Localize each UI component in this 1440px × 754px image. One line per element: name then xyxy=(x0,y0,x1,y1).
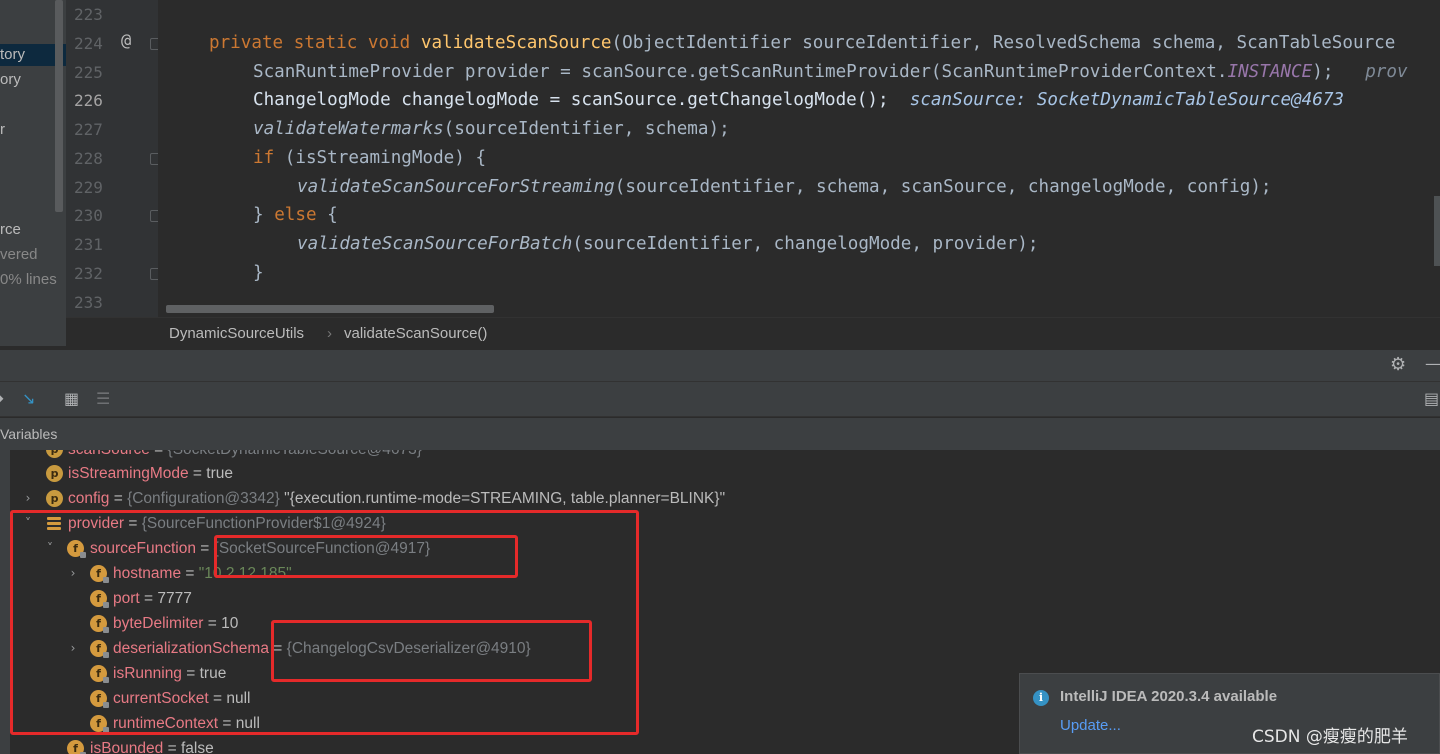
variable-row[interactable]: runtimeContext = null xyxy=(113,711,260,736)
variable-row[interactable]: deserializationSchema = {ChangelogCsvDes… xyxy=(113,636,531,661)
coverage-item[interactable]: rce xyxy=(0,219,21,241)
expand-arrow-icon[interactable]: › xyxy=(67,636,79,661)
code-line[interactable]: if (isStreamingMode) { xyxy=(253,144,486,173)
debug-toolbar: ⏵ ↘ ▦ ☰ ▤ xyxy=(0,381,1440,417)
variables-label: Variables xyxy=(0,426,58,442)
field-icon: f xyxy=(67,740,86,754)
variable-row[interactable]: isStreamingMode = true xyxy=(68,461,233,486)
variable-row[interactable]: currentSocket = null xyxy=(113,686,250,711)
project-panel-scrollbar[interactable] xyxy=(55,0,63,212)
variable-row[interactable]: isBounded = false xyxy=(90,736,214,754)
inline-debug-hint: scanSource: SocketDynamicTableSource@467… xyxy=(909,90,1345,110)
field-icon: f xyxy=(90,590,109,608)
line-number: 224 xyxy=(74,34,103,53)
update-link[interactable]: Update... xyxy=(1060,717,1121,734)
variable-row[interactable]: port = 7777 xyxy=(113,586,192,611)
project-tree-item[interactable]: r xyxy=(0,119,5,141)
breadcrumb: DynamicSourceUtils › validateScanSource(… xyxy=(66,317,1440,349)
inline-debug-hint: prov xyxy=(1365,62,1408,82)
variables-panel-title: Variables xyxy=(0,418,1440,450)
debug-tool-window-header: ⚙ — xyxy=(0,349,1440,381)
info-icon: i xyxy=(1033,690,1049,706)
code-line[interactable]: validateWatermarks(sourceIdentifier, sch… xyxy=(253,115,730,144)
table-view-icon[interactable]: ▦ xyxy=(64,390,79,408)
field-icon: f xyxy=(90,665,109,683)
restore-layout-icon[interactable]: ☰ xyxy=(96,390,110,408)
field-icon: f xyxy=(90,565,109,583)
editor-horizontal-scrollbar[interactable] xyxy=(166,305,494,313)
local-variable-icon xyxy=(47,517,61,531)
coverage-item[interactable]: vered xyxy=(0,244,38,266)
field-icon: f xyxy=(90,615,109,633)
parameter-icon: p xyxy=(46,465,63,482)
code-line[interactable]: private static void validateScanSource(O… xyxy=(209,29,1395,58)
line-number: 223 xyxy=(74,5,103,24)
minimize-icon[interactable]: — xyxy=(1425,355,1440,373)
notification-title: IntelliJ IDEA 2020.3.4 available xyxy=(1060,688,1278,705)
layout-icon[interactable]: ▤ xyxy=(1424,390,1439,408)
code-line-current[interactable]: ChangelogMode changelogMode = scanSource… xyxy=(253,86,1344,115)
breadcrumb-separator: › xyxy=(327,325,332,342)
variable-row[interactable]: config = {Configuration@3342} "{executio… xyxy=(68,486,725,511)
line-number-current: 226 xyxy=(74,91,103,110)
coverage-item[interactable]: 0% lines xyxy=(0,269,57,291)
variable-row[interactable]: hostname = "10.2.12.185" xyxy=(113,561,292,586)
line-number: 229 xyxy=(74,178,103,197)
code-line[interactable]: } xyxy=(253,259,264,288)
code-line[interactable]: ScanRuntimeProvider provider = scanSourc… xyxy=(253,58,1408,87)
line-number: 230 xyxy=(74,206,103,225)
project-tree-item[interactable]: ory xyxy=(0,69,21,91)
expand-arrow-icon[interactable]: › xyxy=(22,486,34,511)
code-line[interactable]: validateScanSourceForBatch(sourceIdentif… xyxy=(297,230,1038,259)
evaluate-icon[interactable]: ↘ xyxy=(22,390,35,408)
line-number: 227 xyxy=(74,120,103,139)
code-line[interactable]: validateScanSourceForStreaming(sourceIde… xyxy=(297,173,1272,202)
field-icon: f xyxy=(67,540,86,558)
field-icon: f xyxy=(90,640,109,658)
variable-row[interactable]: sourceFunction = {SocketSourceFunction@4… xyxy=(90,536,430,561)
variable-row[interactable]: byteDelimiter = 10 xyxy=(113,611,238,636)
line-number: 231 xyxy=(74,235,103,254)
line-number: 233 xyxy=(74,293,103,312)
editor-vertical-scrollbar[interactable] xyxy=(1434,196,1440,266)
line-number: 232 xyxy=(74,264,103,283)
code-editor[interactable]: private static void validateScanSource(O… xyxy=(158,0,1440,317)
breadcrumb-class[interactable]: DynamicSourceUtils xyxy=(169,325,304,342)
expand-arrow-icon[interactable]: ˅ xyxy=(22,450,34,462)
expand-arrow-icon[interactable]: ˅ xyxy=(44,536,56,561)
code-line[interactable]: } else { xyxy=(253,201,338,230)
step-icon[interactable]: ⏵ xyxy=(0,390,4,408)
gear-icon[interactable]: ⚙ xyxy=(1390,356,1406,374)
field-icon: f xyxy=(90,715,109,733)
project-panel: tory ory r rce vered 0% lines xyxy=(0,0,66,346)
line-number: 228 xyxy=(74,149,103,168)
variable-row[interactable]: provider = {SourceFunctionProvider$1@492… xyxy=(68,511,386,536)
expand-arrow-icon[interactable]: ˅ xyxy=(22,511,34,536)
debug-side-strip xyxy=(0,450,10,754)
field-icon: f xyxy=(90,690,109,708)
override-marker-icon[interactable]: @ xyxy=(121,31,131,51)
parameter-icon: p xyxy=(46,450,63,458)
breadcrumb-method[interactable]: validateScanSource() xyxy=(344,325,487,342)
variable-row[interactable]: isRunning = true xyxy=(113,661,226,686)
watermark: CSDN @瘦瘦的肥羊 xyxy=(1252,727,1408,747)
parameter-icon: p xyxy=(46,490,63,507)
expand-arrow-icon[interactable]: › xyxy=(67,561,79,586)
line-number: 225 xyxy=(74,63,103,82)
